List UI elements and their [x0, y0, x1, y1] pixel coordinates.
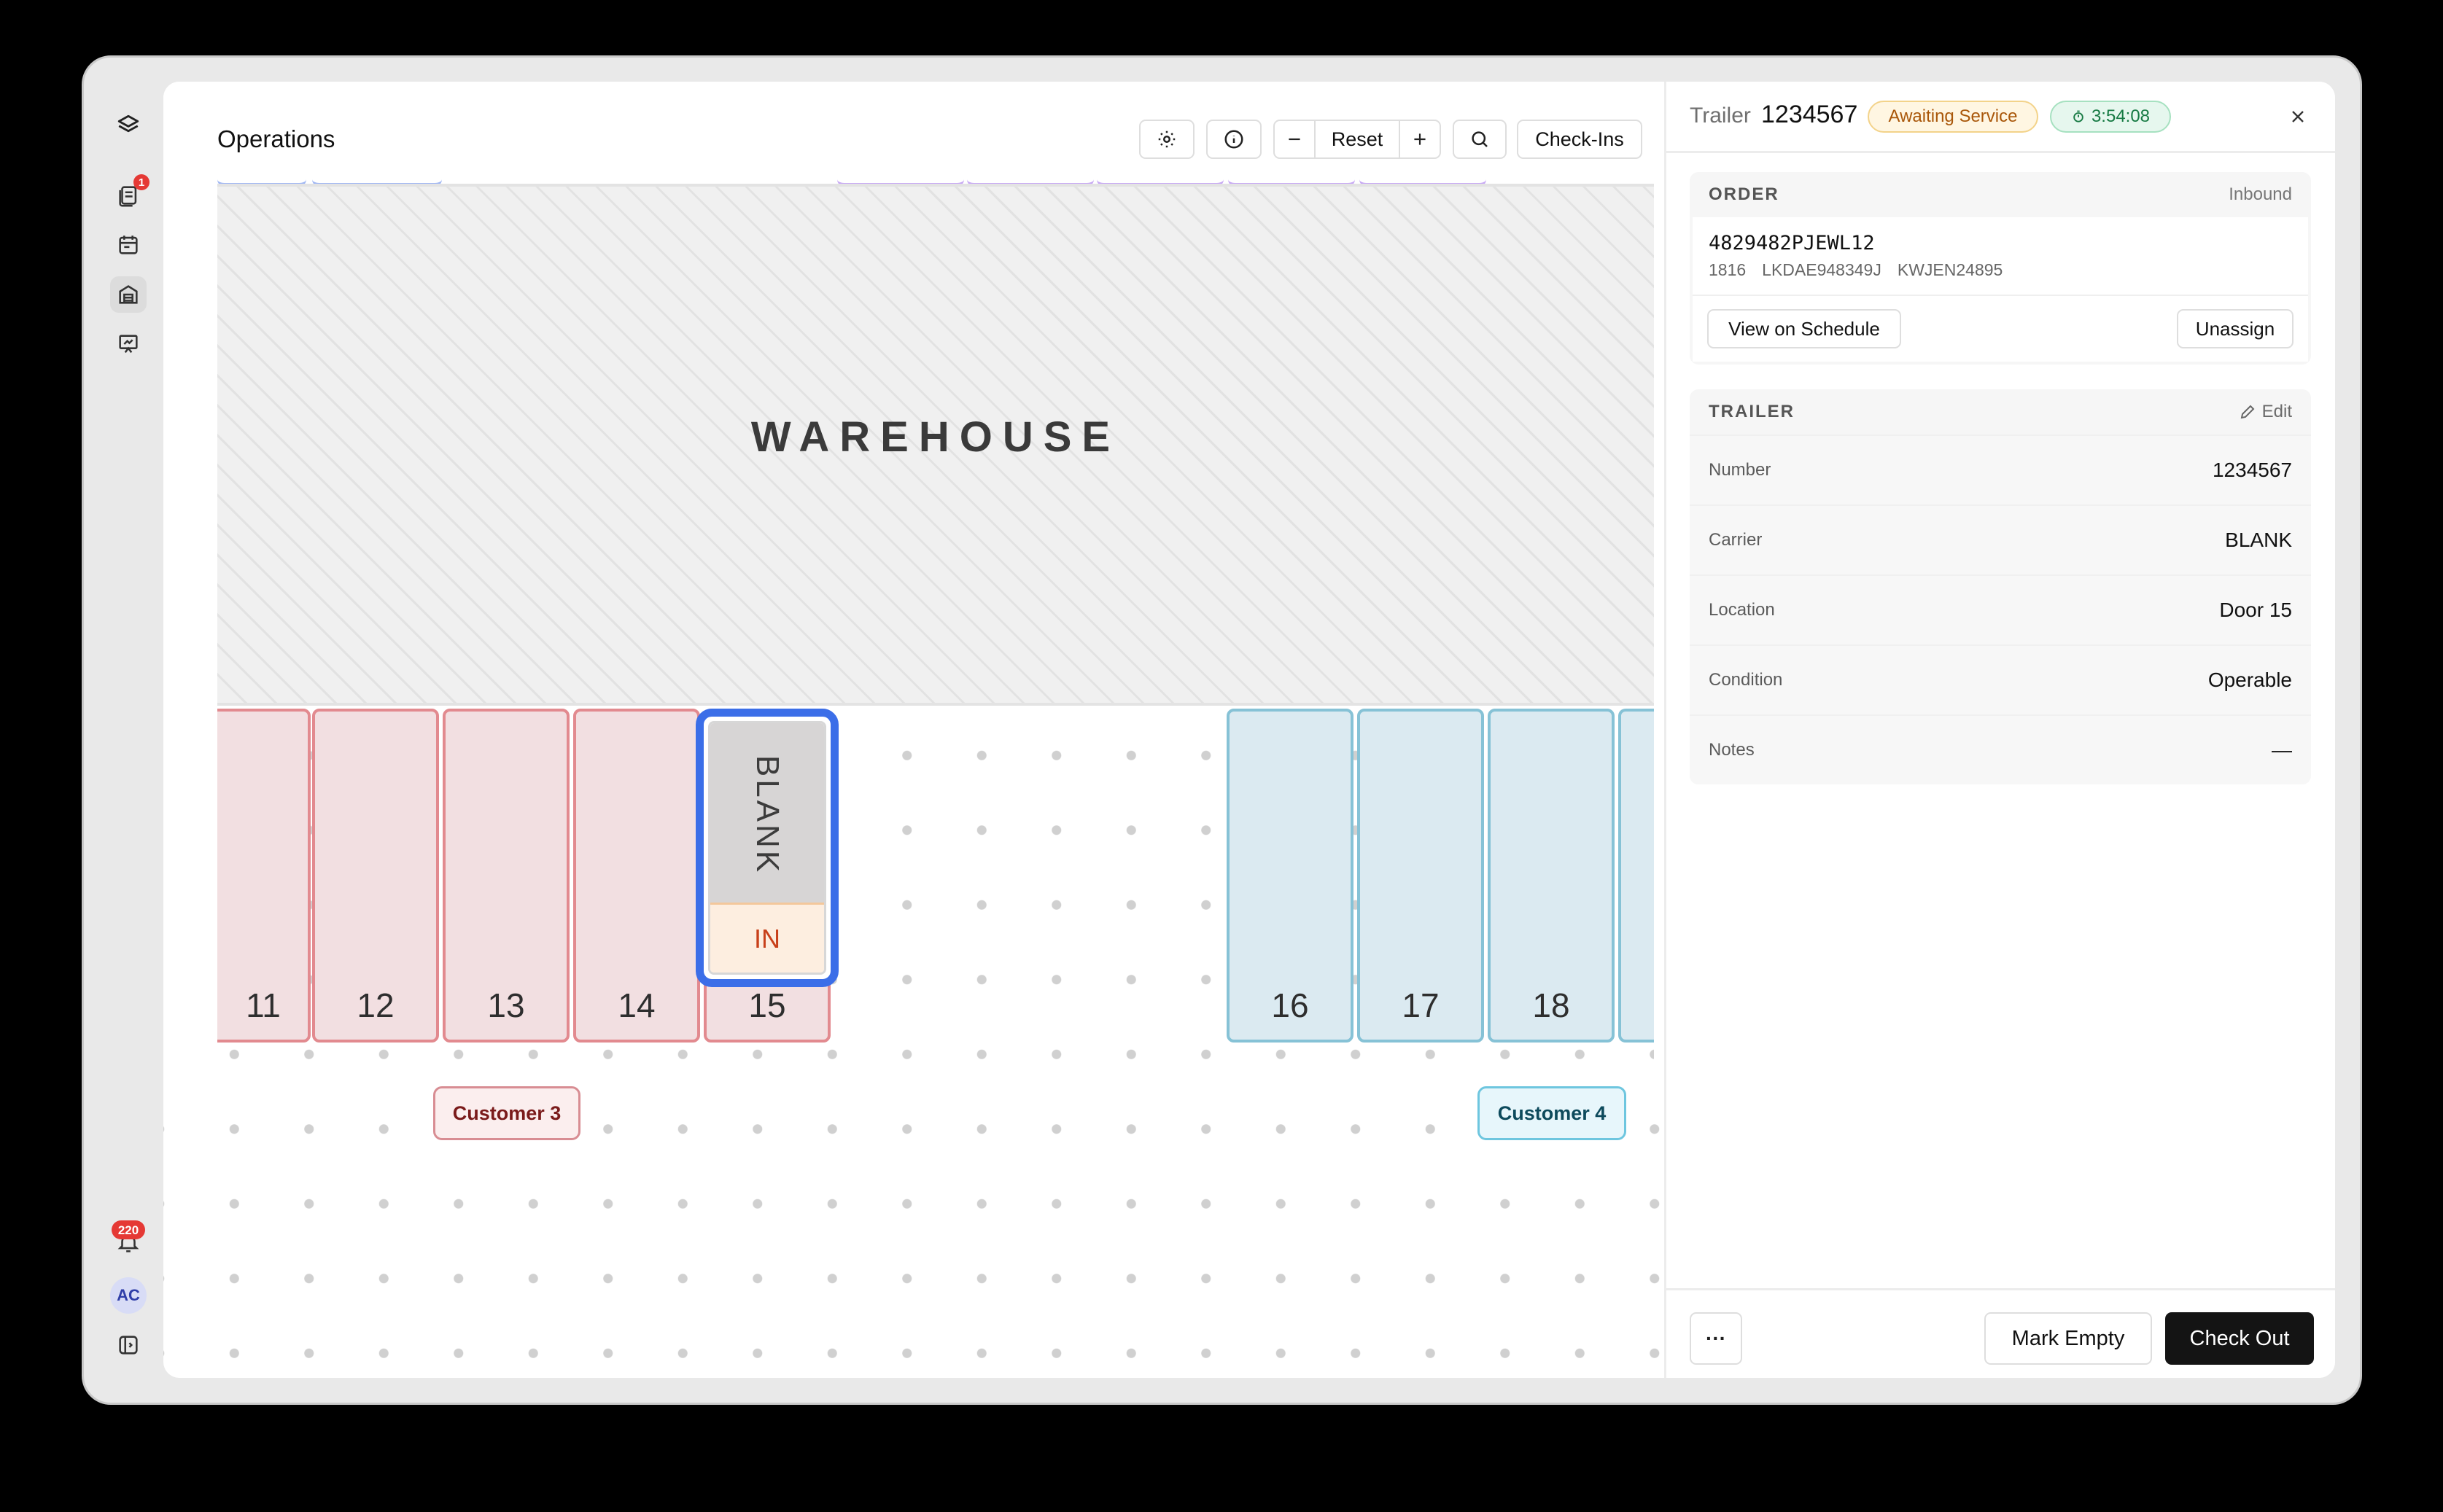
minus-icon [1289, 138, 1300, 141]
door-14[interactable]: 14 [573, 709, 700, 1043]
avatar[interactable]: AC [110, 1277, 147, 1314]
warehouse-label: WAREHOUSE [750, 413, 1121, 461]
settings-button[interactable] [1139, 120, 1195, 159]
pencil-icon [2240, 405, 2255, 419]
notifications-badge: 1 [133, 174, 149, 190]
order-meta-item: 1816 [1709, 260, 1747, 279]
more-options-button[interactable]: ··· [1690, 1312, 1742, 1365]
trailer-detail-panel: Trailer 1234567 Awaiting Service 3:54:08… [1664, 82, 2335, 1378]
door-number: 15 [748, 986, 786, 1024]
trailer-section: TRAILER Edit Number 1234567 Carrier BLAN… [1690, 389, 2311, 784]
trailer-carrier-label: BLANK [750, 755, 785, 876]
detail-key: Location [1709, 600, 1775, 620]
search-icon [1472, 131, 1488, 147]
reset-zoom-button[interactable]: Reset [1316, 128, 1399, 151]
detail-value: BLANK [2225, 529, 2292, 551]
door-13[interactable]: 13 [443, 709, 570, 1043]
warehouse-icon[interactable] [110, 276, 147, 313]
unassign-button[interactable]: Unassign [2177, 309, 2294, 348]
door-number: 16 [1271, 986, 1309, 1024]
gear-icon [1158, 130, 1176, 148]
timer-value: 3:54:08 [2091, 106, 2151, 126]
order-body: 4829482PJEWL12 1816 LKDAE948349J KWJEN24… [1693, 217, 2308, 295]
order-id: 4829482PJEWL12 [1709, 232, 1875, 254]
view-on-schedule-button[interactable]: View on Schedule [1707, 309, 1901, 348]
door-17[interactable]: 17 [1357, 709, 1484, 1043]
sidebar-toggle-icon[interactable] [110, 1327, 147, 1363]
search-button[interactable] [1453, 120, 1507, 159]
detail-value: Door 15 [2219, 599, 2292, 621]
plus-icon [1414, 133, 1426, 145]
zoom-out-button[interactable] [1275, 121, 1316, 157]
zoom-control: Reset [1273, 120, 1441, 159]
info-icon [1224, 130, 1243, 149]
customer-3-label[interactable]: Customer 3 [433, 1086, 580, 1140]
panel-footer: ··· Mark Empty Check Out [1666, 1288, 2335, 1378]
trailer-title: TRAILER [1709, 402, 1795, 421]
detail-value: Operable [2207, 669, 2292, 691]
door-12[interactable]: 12 [312, 709, 439, 1043]
check-out-button[interactable]: Check Out [2165, 1312, 2314, 1365]
customer-4-label[interactable]: Customer 4 [1477, 1086, 1626, 1140]
detail-row-condition: Condition Operable [1690, 644, 2311, 714]
edit-label: Edit [2261, 402, 2292, 421]
edit-button[interactable]: Edit [2239, 402, 2292, 422]
warehouse-block: WAREHOUSE [217, 184, 1654, 706]
alerts-icon[interactable]: 220 [110, 1220, 147, 1261]
check-ins-button[interactable]: Check-Ins [1517, 120, 1642, 159]
door-number: 14 [618, 986, 656, 1024]
sidebar: 1 220 AC [93, 82, 164, 1378]
door-number: 13 [487, 986, 525, 1024]
trailer-card: BLANK IN [708, 721, 826, 975]
page-title: Operations [217, 125, 335, 152]
order-section: ORDER Inbound 4829482PJEWL12 1816 LKDAE9… [1690, 172, 2311, 365]
panel-header: Trailer 1234567 Awaiting Service 3:54:08 [1666, 82, 2335, 153]
detail-row-number: Number 1234567 [1690, 434, 2311, 504]
logo-icon[interactable] [110, 107, 147, 144]
door-number: 17 [1402, 986, 1440, 1024]
status-badge: Awaiting Service [1868, 101, 2038, 133]
stopwatch-icon [2073, 110, 2083, 122]
presentation-icon[interactable] [110, 326, 147, 362]
order-direction: Inbound [2229, 184, 2292, 204]
timer-badge: 3:54:08 [2050, 101, 2171, 133]
yard-map[interactable]: Operations Reset Check-Ins WAREHOUSE 11 … [163, 82, 1664, 1378]
detail-row-carrier: Carrier BLANK [1690, 504, 2311, 574]
zoom-in-button[interactable] [1399, 121, 1440, 157]
panel-header-label: Trailer [1690, 104, 1751, 128]
door-16[interactable]: 16 [1227, 709, 1353, 1043]
order-header: ORDER Inbound [1690, 172, 2311, 217]
trailer-body: BLANK [710, 723, 824, 907]
trailer-number: 1234567 [1761, 101, 1858, 128]
order-meta-item: KWJEN24895 [1897, 260, 2003, 279]
detail-value: — [2272, 739, 2292, 761]
door-number: 12 [357, 986, 395, 1024]
order-meta-item: LKDAE948349J [1762, 260, 1881, 279]
detail-key: Number [1709, 460, 1771, 480]
calendar-icon[interactable] [110, 227, 147, 263]
detail-row-location: Location Door 15 [1690, 574, 2311, 644]
main-card: Operations Reset Check-Ins WAREHOUSE 11 … [163, 82, 2335, 1378]
trailer-header: TRAILER Edit [1690, 389, 2311, 434]
door-18[interactable]: 18 [1488, 709, 1615, 1043]
door-number: 18 [1532, 986, 1570, 1024]
close-button[interactable] [2285, 104, 2311, 130]
documents-icon[interactable]: 1 [110, 174, 149, 214]
detail-key: Carrier [1709, 530, 1763, 550]
detail-key: Notes [1709, 740, 1755, 760]
order-title: ORDER [1709, 184, 1779, 204]
close-icon [2292, 111, 2304, 122]
detail-row-notes: Notes — [1690, 714, 2311, 784]
order-actions: View on Schedule Unassign [1693, 295, 2308, 362]
selected-trailer[interactable]: BLANK IN [696, 709, 839, 987]
mark-empty-button[interactable]: Mark Empty [1984, 1312, 2152, 1365]
info-button[interactable] [1206, 120, 1262, 159]
order-meta: 1816 LKDAE948349J KWJEN24895 [1709, 260, 2292, 280]
alerts-badge: 220 [112, 1220, 145, 1239]
detail-key: Condition [1709, 670, 1783, 690]
trailer-status-label: IN [710, 903, 824, 973]
detail-value: 1234567 [2212, 459, 2292, 481]
